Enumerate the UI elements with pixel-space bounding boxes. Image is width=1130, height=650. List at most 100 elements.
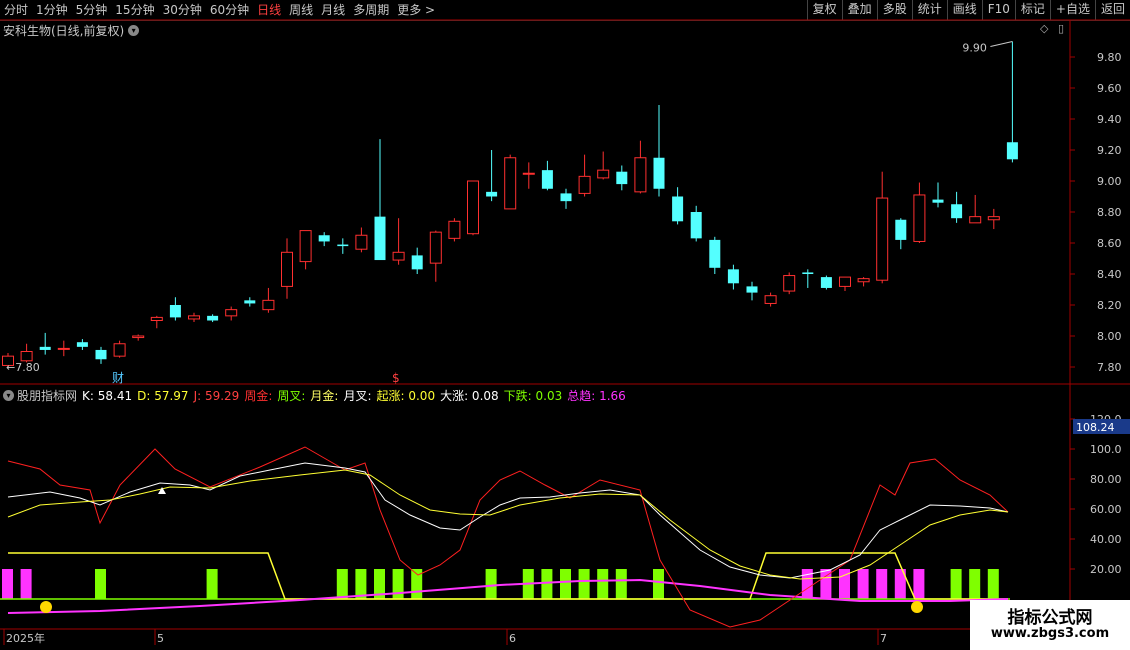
signal-bar-green: [392, 569, 404, 599]
price-tick-label: 9.80: [1097, 51, 1122, 64]
watermark-logo: 指标公式网 www.zbgs3.com: [970, 600, 1130, 650]
candle-body-down: [653, 157, 665, 189]
candle-body-up: [448, 220, 461, 239]
ind-tick-label: 40.00: [1090, 533, 1122, 546]
signal-bar-green: [485, 569, 497, 599]
candle-body-up: [987, 216, 1000, 221]
candle-body-up: [597, 169, 610, 179]
candle-body-up: [225, 309, 238, 317]
price-tick-label: 7.80: [1097, 361, 1122, 374]
candle-body-up: [913, 194, 926, 242]
candle-body-up: [150, 316, 163, 321]
date-label: 2025年: [6, 631, 45, 645]
signal-bar-green: [597, 569, 609, 599]
candle-body-down: [95, 349, 107, 360]
ind-tick-label: 100.0: [1090, 443, 1122, 456]
candle-body-up: [188, 315, 200, 320]
candle-body-up: [783, 275, 796, 292]
candle-body-up: [281, 251, 293, 287]
candle-body-down: [244, 300, 256, 304]
dollar-marker: $: [392, 371, 400, 385]
candle-body-up: [20, 351, 33, 362]
k-line: [7, 462, 1009, 579]
signal-bar-green: [560, 569, 571, 599]
candle-body-up: [857, 278, 870, 283]
watermark-title: 指标公式网: [1007, 608, 1093, 628]
watermark-url: www.zbgs3.com: [990, 626, 1110, 641]
candle-body-up: [876, 197, 889, 281]
candle-body-up: [262, 299, 275, 311]
price-tick-label: 9.20: [1097, 144, 1122, 157]
candle-body-down: [76, 342, 88, 347]
candle-body-up: [429, 231, 442, 264]
ind-tick-label: 60.00: [1090, 503, 1122, 516]
price-tick-label: 8.00: [1097, 330, 1122, 343]
candle-body-down: [820, 277, 832, 288]
signal-bar-magenta: [20, 569, 32, 599]
candle-body-down: [337, 244, 349, 247]
candle-body-up: [522, 172, 535, 175]
candle-body-down: [690, 212, 702, 239]
price-tick-label: 9.40: [1097, 113, 1122, 126]
price-tick-label: 9.60: [1097, 82, 1122, 95]
candle-body-up: [113, 343, 126, 357]
signal-bar-green: [578, 569, 590, 599]
price-tick-label: 8.40: [1097, 268, 1122, 281]
signal-bar-magenta: [876, 569, 888, 599]
candle-body-up: [839, 276, 851, 287]
signal-bar-green: [653, 569, 664, 599]
candle-body-down: [709, 239, 721, 268]
signal-bar-green: [541, 569, 553, 599]
cai-marker: 财: [112, 371, 124, 385]
candle-body-down: [486, 191, 498, 197]
ind-tick-label: 20.00: [1090, 563, 1122, 576]
signal-bar-green: [987, 569, 999, 599]
candle-body-down: [411, 255, 423, 270]
low-price-label: ←7.80: [6, 361, 40, 374]
signal-bar-magenta: [857, 569, 869, 599]
signal-bar-green: [615, 569, 627, 599]
candle-body-down: [951, 204, 963, 219]
candle-body-up: [467, 180, 479, 235]
candle-body-up: [299, 230, 312, 263]
smile-icon: [40, 601, 52, 613]
candle-body-down: [39, 346, 51, 350]
current-value-label: 108.24: [1076, 421, 1115, 434]
candle-body-down: [560, 193, 572, 202]
signal-bar-green: [336, 569, 348, 599]
candle-body-up: [132, 335, 145, 339]
signal-bar-magenta: [2, 569, 13, 599]
candle-body-up: [392, 251, 405, 261]
candle-body-up: [355, 234, 368, 250]
high-marker-line: [990, 41, 1013, 47]
candle-body-down: [746, 286, 758, 293]
candle-body-down: [169, 305, 181, 318]
price-tick-label: 8.20: [1097, 299, 1122, 312]
price-tick-label: 8.60: [1097, 237, 1122, 250]
candle-body-up: [969, 216, 982, 224]
candle-body-down: [318, 235, 330, 242]
candle-body-down: [541, 170, 553, 189]
signal-bar-magenta: [913, 569, 925, 599]
date-label: 6: [509, 632, 516, 645]
candle-body-up: [578, 175, 591, 194]
candle-body-down: [727, 269, 739, 284]
price-tick-label: 8.80: [1097, 206, 1122, 219]
candle-body-down: [802, 272, 814, 274]
price-tick-label: 9.00: [1097, 175, 1122, 188]
candle-body-down: [932, 199, 944, 203]
ind-tick-label: 80.00: [1090, 473, 1122, 486]
candle-body-up: [634, 157, 647, 193]
chart-canvas[interactable]: 9.80 9.60 9.40 9.20 9.00 8.80 8.60 8.40 8.20 8.00…: [0, 0, 1130, 650]
candle-body-down: [1006, 142, 1018, 160]
signal-bar-green: [95, 569, 106, 599]
date-label: 5: [157, 632, 164, 645]
signal-bar-green: [950, 569, 962, 599]
smile-icon: [911, 601, 923, 613]
date-label: 7: [880, 632, 887, 645]
candle-body-down: [895, 219, 907, 240]
candle-body-up: [764, 295, 777, 304]
candle-body-up: [504, 157, 517, 210]
candle-body-down: [616, 171, 628, 185]
signal-bar-green: [969, 569, 981, 599]
